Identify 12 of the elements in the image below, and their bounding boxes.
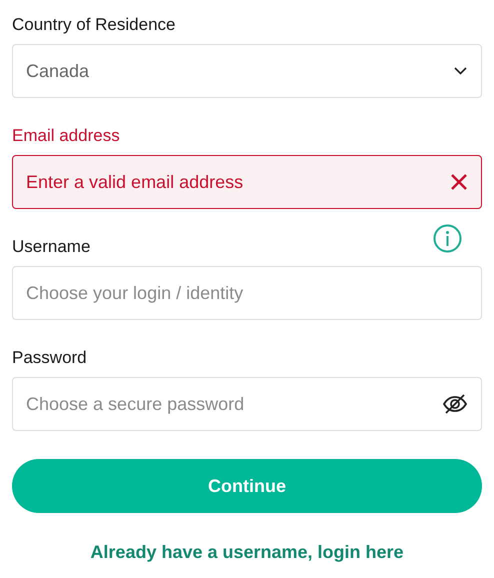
login-link[interactable]: Already have a username, login here — [90, 542, 404, 563]
field-label: Email address — [12, 126, 120, 146]
field-label: Password — [12, 348, 87, 368]
eye-off-icon[interactable] — [442, 393, 468, 415]
info-icon[interactable] — [433, 224, 462, 253]
input-field[interactable]: Enter a valid email address — [12, 155, 482, 209]
field-label: Country of Residence — [12, 15, 176, 35]
chevron-down-icon[interactable] — [454, 67, 467, 75]
close-icon[interactable] — [450, 173, 468, 191]
field-label: Username — [12, 237, 90, 257]
continue-button[interactable]: Continue — [12, 459, 482, 513]
country-select[interactable]: Canada — [12, 44, 482, 98]
